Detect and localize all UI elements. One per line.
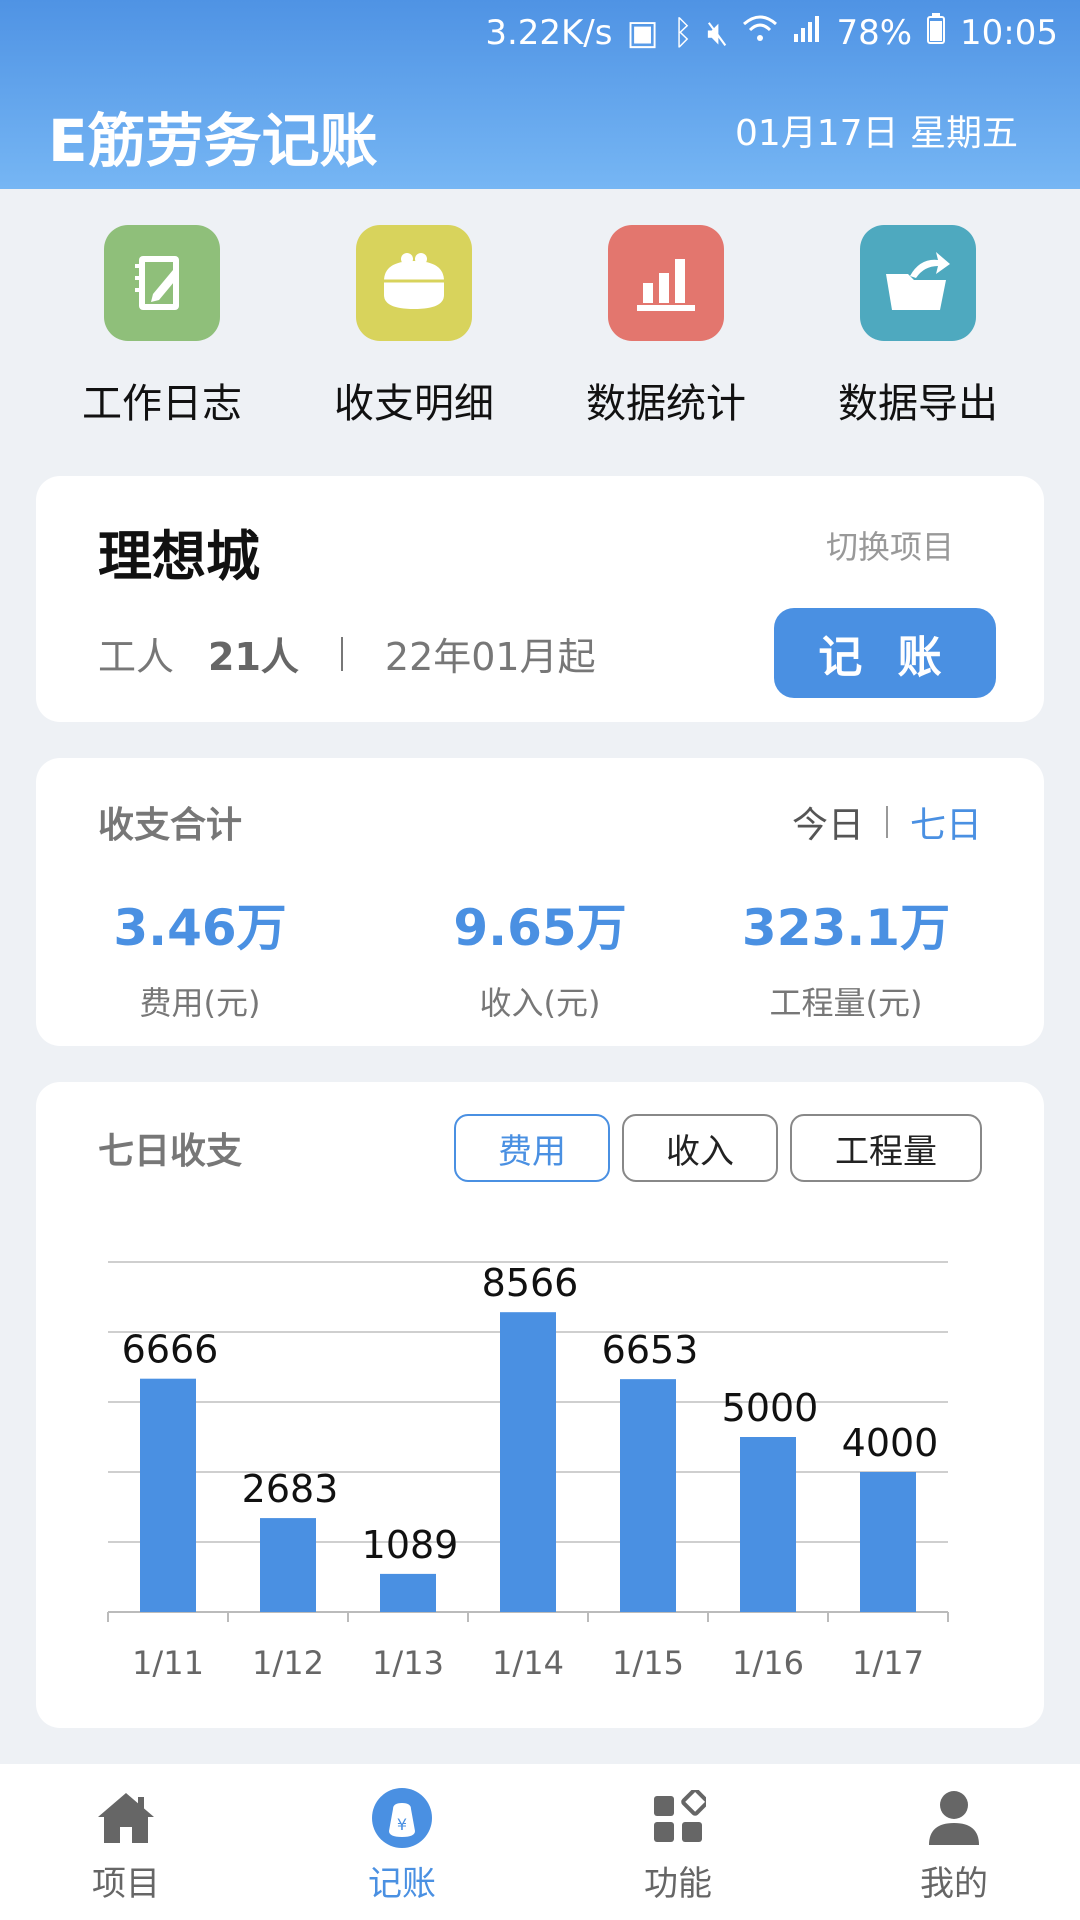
x-tick-label: 1/17 <box>852 1644 924 1682</box>
summary-card: 收支合计 今日 七日 3.46万 费用(元) 9.65万 收入(元) 323.1… <box>36 758 1044 1046</box>
nav-label: 功能 <box>644 1864 712 1904</box>
stat-label: 工程量(元) <box>769 984 923 1022</box>
nav-projects[interactable]: 项目 <box>26 1786 226 1905</box>
range-today[interactable]: 今日 <box>792 796 864 848</box>
project-card: 理想城 切换项目 工人 21人 22年01月起 记 账 <box>36 476 1044 722</box>
app-header: 3.22K/s ▣ ᛒ 🔇︎ 78% 10:05 E筋劳务记账 01月17日 星… <box>0 0 1080 189</box>
clock: 10:05 <box>960 13 1058 53</box>
x-tick-label: 1/13 <box>372 1644 444 1682</box>
x-tick-label: 1/11 <box>132 1644 204 1682</box>
project-meta: 工人 21人 22年01月起 <box>98 626 596 681</box>
status-bar: 3.22K/s ▣ ᛒ 🔇︎ 78% 10:05 <box>485 10 1058 56</box>
stat-value: 9.65万 <box>453 899 627 957</box>
stat-label: 费用(元) <box>139 984 261 1022</box>
quick-action-label: 数据统计 <box>586 381 746 427</box>
quick-action-ledger-detail[interactable]: 收支明细 <box>288 225 540 429</box>
project-name: 理想城 <box>98 525 260 588</box>
signal-icon <box>792 13 822 53</box>
switch-project-link[interactable]: 切换项目 <box>826 522 954 568</box>
wifi-icon <box>742 13 778 53</box>
quick-action-export[interactable]: 数据导出 <box>792 225 1044 429</box>
stat-expense: 3.46万 费用(元) <box>50 888 350 1024</box>
x-tick-label: 1/12 <box>252 1644 324 1682</box>
workers-label: 工人 <box>98 635 175 679</box>
svg-text:¥: ¥ <box>397 1815 407 1834</box>
mute-icon: 🔇︎ <box>707 13 729 53</box>
quick-action-label: 收支明细 <box>334 381 494 427</box>
summary-title: 收支合计 <box>98 805 243 846</box>
nav-label: 我的 <box>920 1864 988 1904</box>
data-label: 2683 <box>242 1467 339 1511</box>
x-tick-label: 1/14 <box>492 1644 564 1682</box>
quick-action-label: 工作日志 <box>82 381 242 427</box>
data-label: 4000 <box>842 1421 939 1465</box>
stat-income: 9.65万 收入(元) <box>390 888 690 1024</box>
nav-profile[interactable]: 我的 <box>854 1786 1054 1905</box>
network-speed: 3.22K/s <box>485 13 613 53</box>
quick-action-statistics[interactable]: 数据统计 <box>540 225 792 429</box>
yen-bag-icon: ¥ <box>370 1786 434 1850</box>
coin-purse-icon <box>356 225 472 341</box>
stat-workload: 323.1万 工程量(元) <box>696 888 996 1024</box>
nav-label: 项目 <box>92 1864 160 1904</box>
bar <box>140 1378 196 1612</box>
quick-actions: 工作日志 收支明细 数据统计 数据导出 <box>0 225 1080 427</box>
battery-icon <box>926 12 946 54</box>
stat-label: 收入(元) <box>479 984 601 1022</box>
home-icon <box>94 1786 158 1850</box>
stat-value: 3.46万 <box>113 899 287 957</box>
header-date: 01月17日 星期五 <box>734 113 1018 154</box>
nav-functions[interactable]: 功能 <box>578 1786 778 1905</box>
divider <box>340 636 343 671</box>
range-toggle: 今日 七日 <box>792 796 982 848</box>
bar <box>860 1472 916 1612</box>
bar <box>740 1437 796 1612</box>
x-tick-label: 1/15 <box>612 1644 684 1682</box>
data-label: 8566 <box>482 1261 579 1305</box>
apps-grid-icon <box>646 1786 710 1850</box>
battery-percent: 78% <box>836 13 913 53</box>
bluetooth-icon: ᛒ <box>672 13 694 53</box>
quick-action-label: 数据导出 <box>838 381 998 427</box>
bar <box>500 1312 556 1612</box>
bottom-nav: 项目 ¥ 记账 功能 我的 <box>0 1764 1080 1920</box>
folder-export-icon <box>860 225 976 341</box>
bar-chart-icon <box>608 225 724 341</box>
seven-day-bar-chart: 6666 1/11 2683 1/12 1089 1/13 8566 1/14 6653 1/15… <box>107 1261 949 1682</box>
record-button[interactable]: 记 账 <box>774 608 996 698</box>
x-tick-label: 1/16 <box>732 1644 804 1682</box>
bar <box>620 1379 676 1612</box>
nfc-icon: ▣ <box>626 13 659 53</box>
project-start: 22年01月起 <box>384 635 596 679</box>
user-icon <box>922 1786 986 1850</box>
workers-count: 21人 <box>208 635 299 679</box>
app-title: E筋劳务记账 <box>48 107 378 175</box>
divider <box>885 806 888 838</box>
nav-label: 记账 <box>368 1864 436 1904</box>
data-label: 6666 <box>122 1328 219 1372</box>
notebook-pen-icon <box>104 225 220 341</box>
nav-record[interactable]: ¥ 记账 <box>302 1786 502 1905</box>
chart-card: 七日收支 费用 收入 工程量 6666 1/11 2683 1/12 1089 1/13 8… <box>36 1082 1044 1728</box>
quick-action-work-log[interactable]: 工作日志 <box>36 225 288 429</box>
bar <box>260 1518 316 1612</box>
stat-value: 323.1万 <box>741 899 951 957</box>
data-label: 1089 <box>362 1523 459 1567</box>
range-seven-days[interactable]: 七日 <box>910 796 982 848</box>
data-label: 5000 <box>722 1386 819 1430</box>
data-label: 6653 <box>602 1328 699 1372</box>
bar <box>380 1573 436 1612</box>
